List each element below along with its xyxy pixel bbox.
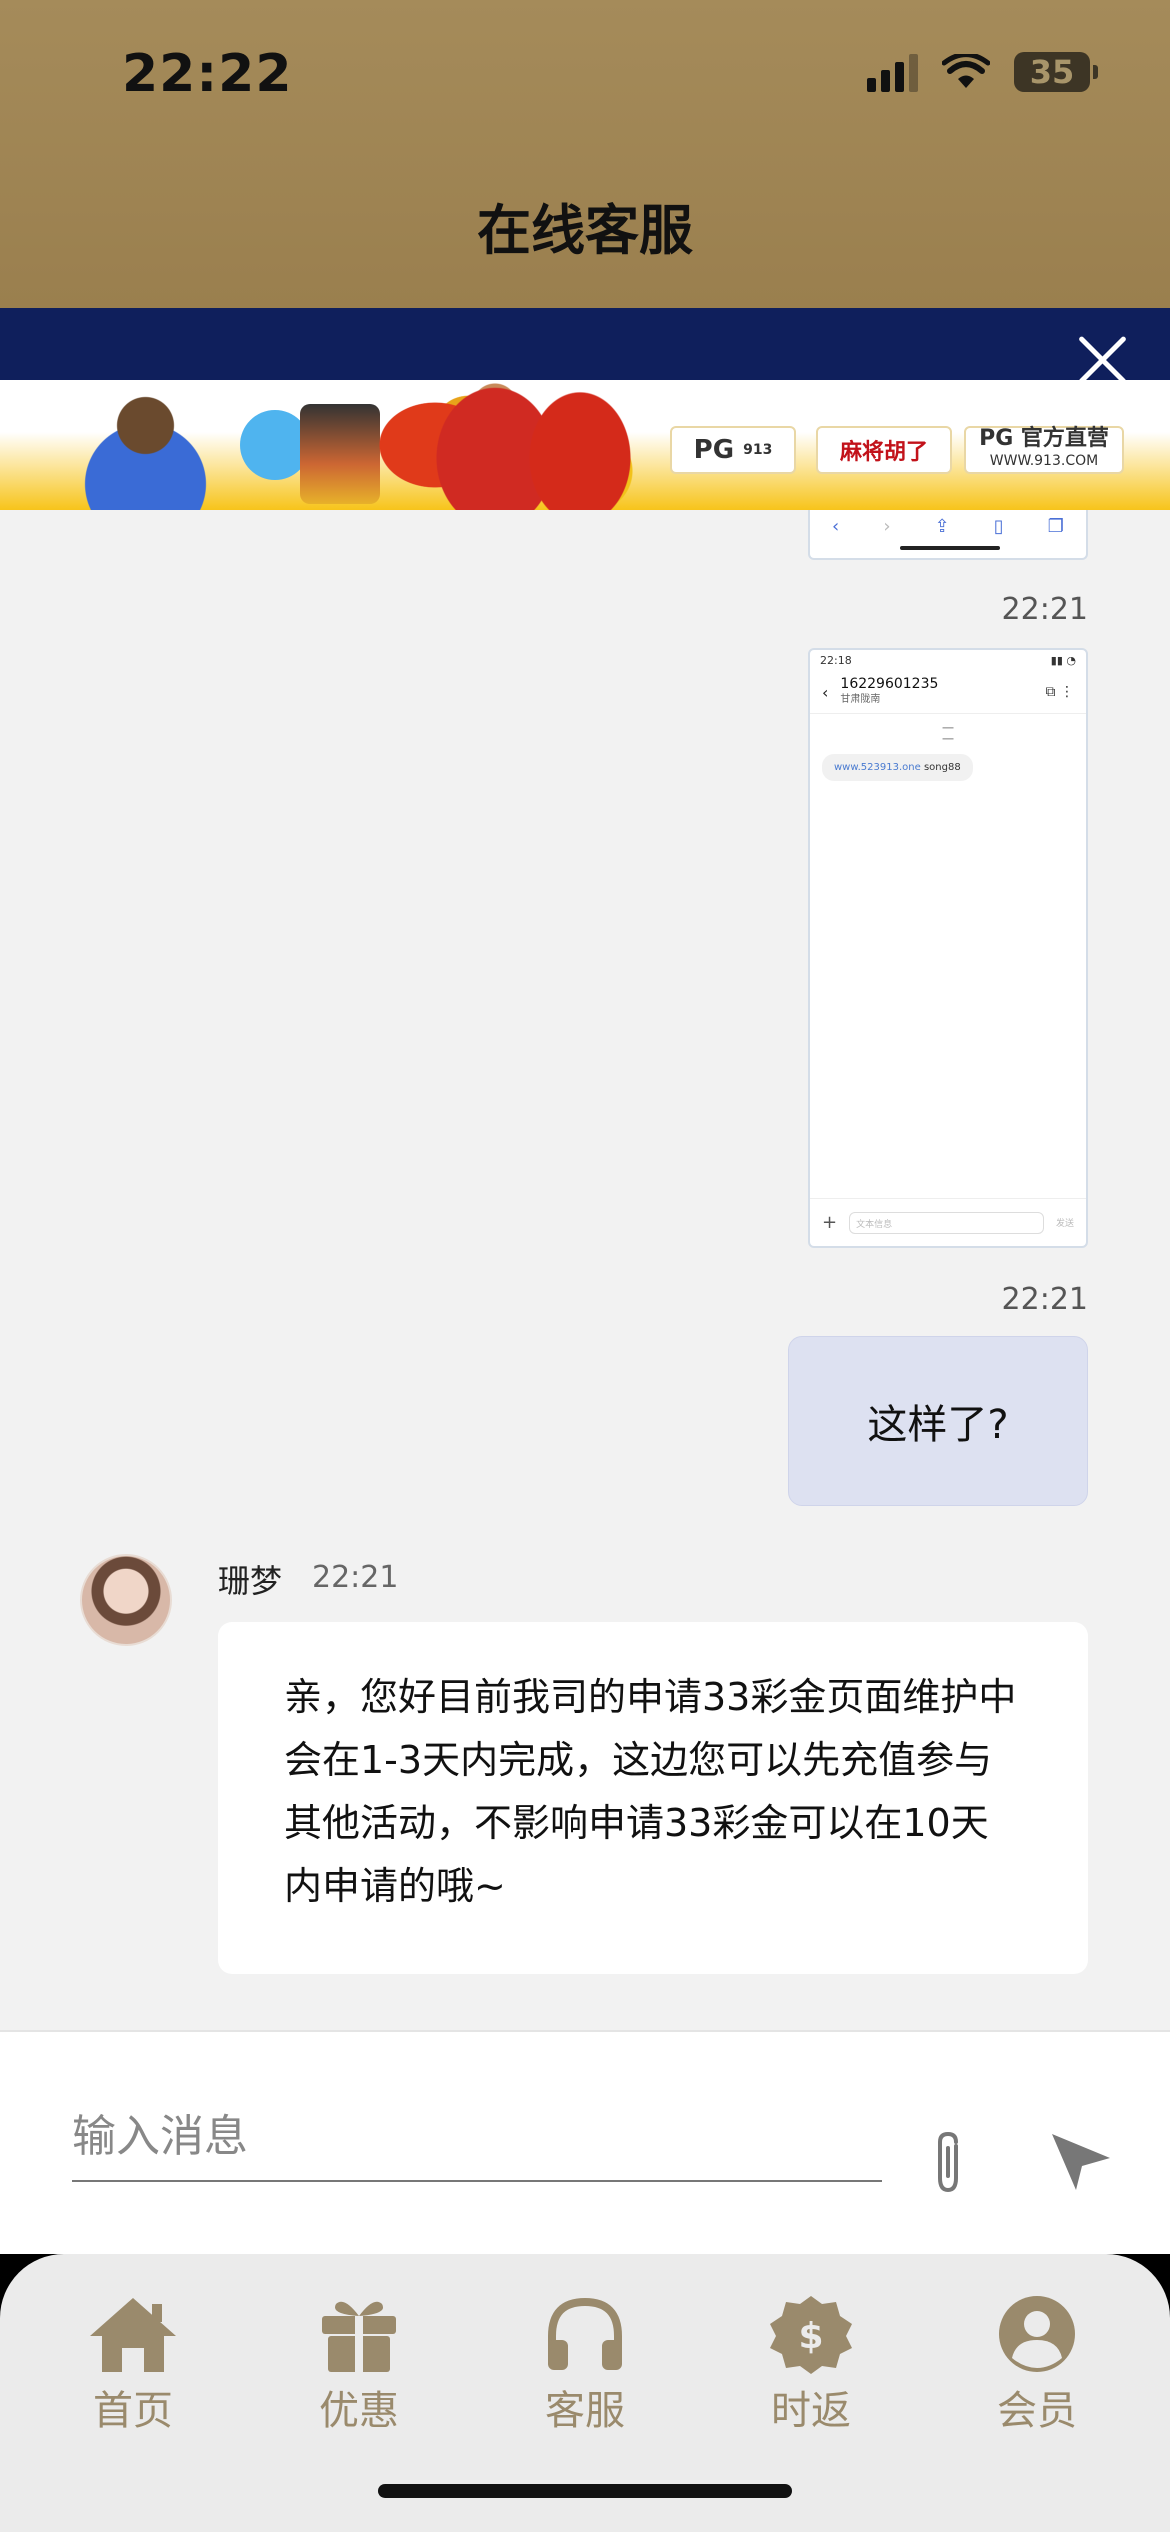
signal-icon — [867, 52, 918, 92]
mahjong-logo: 麻将胡了 — [816, 426, 952, 474]
pg-official-logo: PG 官方直营 WWW.913.COM — [964, 426, 1124, 474]
screenshot-status-bar: 22:18 ▮▮ ◔ — [820, 654, 1076, 667]
message-input[interactable] — [72, 2092, 882, 2182]
header: 22:22 35 在线客服 — [0, 0, 1170, 308]
message-time: 22:21 — [1001, 592, 1088, 627]
battery-level: 35 — [1029, 53, 1075, 91]
incoming-message[interactable]: 亲，您好目前我司的申请33彩金页面维护中会在1-3天内完成，这边您可以先充值参与… — [218, 1622, 1088, 1974]
svg-text:$: $ — [798, 2316, 823, 2357]
paperclip-icon[interactable] — [920, 2128, 976, 2198]
screenshot-date: ━━ ━━ — [942, 724, 954, 745]
nav-label: 时返 — [771, 2388, 851, 2434]
image-message[interactable]: ‹ › ⇪ ▯ ❐ — [808, 510, 1088, 560]
pg-logo: PG 913 — [670, 426, 796, 474]
gift-icon — [322, 2301, 396, 2372]
message-time: 22:21 — [312, 1560, 399, 1595]
fortune-god-image — [520, 380, 640, 510]
browser-toolbar: ‹ › ⇪ ▯ ❐ — [832, 515, 1064, 537]
home-icon — [90, 2298, 176, 2372]
status-icons: 35 — [867, 52, 1098, 92]
composer — [0, 2030, 1170, 2254]
chat-area[interactable]: ‹ › ⇪ ▯ ❐ 22:21 22:18 ▮▮ ◔ ‹ 16229601235 甘肃陇南 … — [0, 510, 1170, 2030]
nav-label: 优惠 — [319, 2388, 399, 2434]
image-message[interactable]: 22:18 ▮▮ ◔ ‹ 16229601235 甘肃陇南 ⧉ ⋮ ━━ ━━ www… — [808, 648, 1088, 1248]
promo-banner[interactable]: PG 913 麻将胡了 PG 官方直营 WWW.913.COM — [0, 380, 1170, 510]
outgoing-message[interactable]: 这样了? — [788, 1336, 1088, 1506]
nav-item-home[interactable]: 首页 — [33, 2294, 233, 2532]
nav-label: 会员 — [997, 2388, 1077, 2434]
headphones-icon — [548, 2297, 622, 2370]
nav-item-member[interactable]: 会员 — [937, 2294, 1137, 2532]
user-icon — [999, 2296, 1075, 2372]
screenshot-bubble: www.523913.one song88 — [822, 754, 973, 781]
agent-name: 珊梦 — [218, 1562, 283, 1600]
send-icon[interactable] — [1048, 2128, 1114, 2194]
dollar-badge-icon: $ — [770, 2296, 852, 2374]
page-title: 在线客服 — [477, 199, 693, 262]
avatar[interactable] — [80, 1554, 172, 1646]
ad-bar — [0, 308, 1170, 380]
nav-label: 首页 — [93, 2388, 173, 2434]
screenshot-input: + 文本信息 发送 — [810, 1198, 1086, 1246]
screenshot-header: ‹ 16229601235 甘肃陇南 ⧉ ⋮ — [810, 671, 1086, 714]
wifi-icon — [942, 54, 990, 88]
home-indicator — [378, 2484, 792, 2498]
message-time: 22:21 — [1001, 1282, 1088, 1317]
status-time: 22:22 — [122, 44, 293, 104]
battery-icon: 35 — [1014, 52, 1098, 92]
support-girl-image — [60, 380, 250, 510]
nav-label: 客服 — [545, 2388, 625, 2434]
